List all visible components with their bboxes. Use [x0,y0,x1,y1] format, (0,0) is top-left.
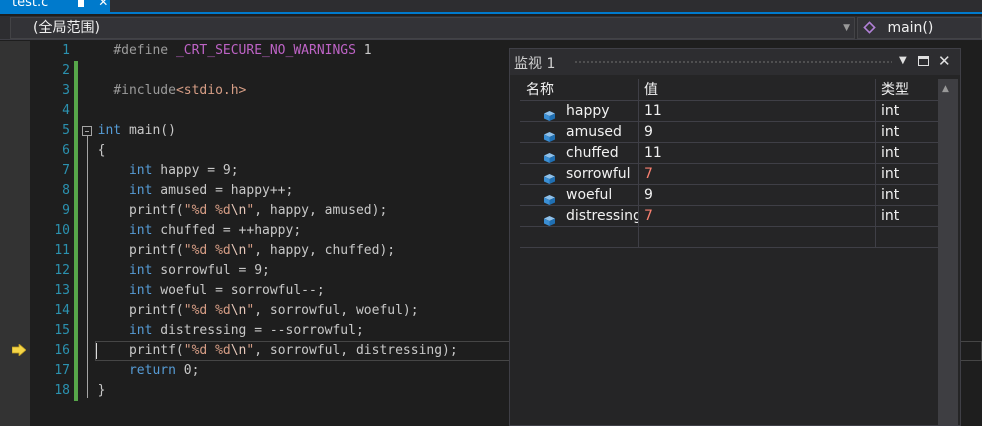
function-dropdown[interactable]: main() [857,17,982,39]
code-line-9: printf("%d %d\n", happy, amused); [128,203,388,218]
tab-title: test.c [12,0,49,10]
maximize-icon[interactable] [918,56,929,66]
window-position-menu-icon[interactable]: ▼ [899,55,907,66]
line-number: 5 [62,123,70,138]
line-number: 15 [54,323,70,338]
pin-icon[interactable] [78,0,85,7]
execution-arrow-icon [12,344,26,356]
watch-window[interactable]: 监视 1 ▼ ✕ 名称 值 类型 happy 11 int amused 9 int chu… [509,48,961,426]
scope-label: (全局范围) [33,20,100,36]
watch-row[interactable]: chuffed 11 int [520,143,940,164]
column-separator[interactable] [875,79,876,247]
line-number: 8 [62,183,70,198]
line-number: 2 [62,63,70,78]
line-numbers: 1 2 3 4 5 6 7 8 9 10 11 12 13 14 15 16 17 18 [40,41,70,401]
code-line-3: #include<stdio.h> [113,83,247,98]
line-number: 18 [54,383,70,398]
code-line-6: { [97,143,106,158]
watch-value[interactable]: 7 [639,164,874,185]
close-icon[interactable]: ✕ [938,52,951,70]
watch-type: int [881,103,900,119]
chevron-down-icon: ▼ [843,23,850,33]
code-line-1: #define _CRT_SECURE_NO_WARNINGS 1 [113,43,372,58]
watch-row[interactable]: amused 9 int [520,122,940,143]
column-separator[interactable] [638,79,639,247]
line-number: 7 [62,163,70,178]
line-number: 4 [62,103,70,118]
watch-value[interactable]: 11 [639,143,874,164]
watch-name[interactable]: distressing [520,206,638,227]
watch-row[interactable]: woeful 9 int [520,185,940,206]
code-lines[interactable]: #define _CRT_SECURE_NO_WARNINGS 1 #inclu… [82,41,458,401]
line-number: 6 [62,143,70,158]
watch-type: int [881,145,900,161]
watch-type: int [881,124,900,140]
code-line-5: int main() [82,121,458,141]
column-header-name[interactable]: 名称 [526,79,554,101]
line-number: 16 [54,343,70,358]
watch-window-title: 监视 1 [514,56,556,72]
code-line-11: printf("%d %d\n", happy, chuffed); [128,243,396,258]
tab-test-c[interactable]: test.c ✕ [0,0,110,12]
glyph-margin[interactable] [0,41,30,426]
watch-name[interactable]: amused [520,122,638,143]
vertical-scrollbar[interactable]: ▲ [938,79,958,425]
watch-grid[interactable]: 名称 值 类型 happy 11 int amused 9 int chuffed 11 int… [520,79,940,248]
watch-type: int [881,208,900,224]
line-number: 12 [54,263,70,278]
line-number: 11 [54,243,70,258]
watch-row[interactable]: happy 11 int [520,101,940,122]
line-number: 17 [54,363,70,378]
watch-grid-header: 名称 值 类型 [520,79,940,101]
watch-name[interactable]: happy [520,101,638,122]
scroll-up-icon[interactable]: ▲ [942,84,949,94]
code-line-8: int amused = happy++; [128,183,294,198]
change-indicator-bar [74,61,78,401]
code-line-10: int chuffed = ++happy; [128,223,302,238]
collapse-icon[interactable] [82,126,92,136]
watch-row[interactable]: distressing 7 int [520,206,940,227]
function-icon [863,21,876,34]
line-number: 14 [54,303,70,318]
code-line-15: int distressing = --sorrowful; [128,323,364,338]
watch-rows: happy 11 int amused 9 int chuffed 11 int sorrowfu… [520,101,940,248]
scope-dropdown[interactable]: (全局范围) ▼ [10,17,855,39]
watch-window-header[interactable]: 监视 1 ▼ ✕ [510,49,960,75]
close-icon[interactable]: ✕ [98,0,108,12]
watch-name[interactable]: woeful [520,185,638,206]
column-header-value[interactable]: 值 [644,79,658,101]
watch-name[interactable]: chuffed [520,143,638,164]
watch-value[interactable]: 7 [639,206,874,227]
watch-value[interactable]: 9 [639,185,874,206]
add-watch-row[interactable] [520,227,940,248]
function-label: main() [887,20,934,36]
code-line-18: } [97,383,106,398]
code-line-12: int sorrowful = 9; [128,263,270,278]
code-line-7: int happy = 9; [128,163,239,178]
watch-row[interactable]: sorrowful 7 int [520,164,940,185]
watch-value[interactable]: 9 [639,122,874,143]
watch-type: int [881,166,900,182]
line-number: 1 [62,43,70,58]
code-line-14: printf("%d %d\n", sorrowful, woeful); [128,303,419,318]
watch-value[interactable]: 11 [639,101,874,122]
watch-name[interactable]: sorrowful [520,164,638,185]
navigation-bar: (全局范围) ▼ main() [0,16,982,40]
line-number: 13 [54,283,70,298]
code-line-17: return 0; [128,363,200,378]
text-caret [96,343,97,359]
line-number: 10 [54,223,70,238]
column-header-type[interactable]: 类型 [881,79,909,101]
code-line-13: int woeful = sorrowful--; [128,283,325,298]
document-tab-strip: test.c ✕ [0,0,982,14]
line-number: 3 [62,83,70,98]
watch-type: int [881,187,900,203]
fold-guide [87,136,88,398]
line-number: 9 [62,203,70,218]
code-line-16: printf("%d %d\n", sorrowful, distressing… [128,343,458,358]
drag-grip[interactable] [574,60,892,65]
